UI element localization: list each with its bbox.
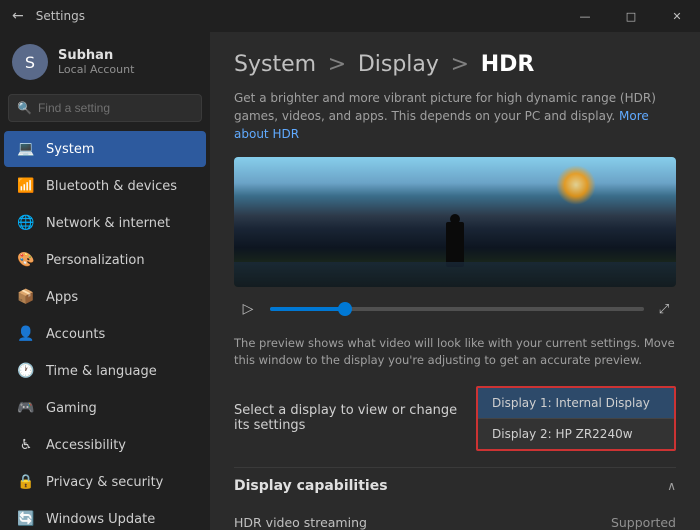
nav-label-personalization: Personalization xyxy=(46,253,145,268)
nav-list: 💻 System 📶 Bluetooth & devices 🌐 Network… xyxy=(0,130,210,530)
title-bar: ← Settings — □ ✕ xyxy=(0,0,700,32)
nav-icon-network: 🌐 xyxy=(16,213,36,233)
nav-icon-bluetooth: 📶 xyxy=(16,176,36,196)
play-button[interactable]: ▷ xyxy=(236,297,260,321)
content-area: System > Display > HDR Get a brighter an… xyxy=(210,32,700,530)
user-info: Subhan Local Account xyxy=(58,48,134,76)
preview-container xyxy=(234,157,676,287)
nav-label-system: System xyxy=(46,142,94,157)
preview-image xyxy=(234,157,676,287)
breadcrumb-system: System xyxy=(234,52,316,77)
nav-label-accessibility: Accessibility xyxy=(46,438,126,453)
display-option-1[interactable]: Display 1: Internal Display xyxy=(478,388,674,419)
nav-icon-update: 🔄 xyxy=(16,509,36,529)
nav-icon-time: 🕐 xyxy=(16,361,36,381)
sidebar-item-update[interactable]: 🔄 Windows Update xyxy=(4,501,206,530)
nav-icon-apps: 📦 xyxy=(16,287,36,307)
search-icon: 🔍 xyxy=(17,101,32,115)
nav-label-privacy: Privacy & security xyxy=(46,475,163,490)
title-bar-left: ← Settings xyxy=(12,8,85,24)
user-name: Subhan xyxy=(58,48,134,63)
preview-water xyxy=(234,262,676,287)
avatar: S xyxy=(12,44,48,80)
select-display-label: Select a display to view or change its s… xyxy=(234,386,476,451)
sidebar-item-privacy[interactable]: 🔒 Privacy & security xyxy=(4,464,206,500)
nav-label-apps: Apps xyxy=(46,290,78,305)
cap-value: Supported xyxy=(611,515,676,530)
breadcrumb-current: HDR xyxy=(481,52,535,77)
breadcrumb-sep2: > xyxy=(451,52,469,77)
display-option-2[interactable]: Display 2: HP ZR2240w xyxy=(478,419,674,449)
search-input[interactable] xyxy=(38,101,193,115)
progress-bar[interactable] xyxy=(270,307,644,311)
sidebar-item-apps[interactable]: 📦 Apps xyxy=(4,279,206,315)
window-title: Settings xyxy=(36,9,85,23)
sidebar-item-gaming[interactable]: 🎮 Gaming xyxy=(4,390,206,426)
select-display-row: Select a display to view or change its s… xyxy=(234,386,676,451)
nav-icon-privacy: 🔒 xyxy=(16,472,36,492)
breadcrumb-display: Display xyxy=(358,52,439,77)
video-controls: ▷ ⤢ xyxy=(234,297,676,321)
nav-icon-accounts: 👤 xyxy=(16,324,36,344)
nav-icon-personalization: 🎨 xyxy=(16,250,36,270)
nav-label-bluetooth: Bluetooth & devices xyxy=(46,179,177,194)
user-profile: S Subhan Local Account xyxy=(0,32,210,90)
nav-icon-system: 💻 xyxy=(16,139,36,159)
breadcrumb: System > Display > HDR xyxy=(234,52,676,77)
display-options: Display 1: Internal Display Display 2: H… xyxy=(476,386,676,451)
sidebar-item-accessibility[interactable]: ♿ Accessibility xyxy=(4,427,206,463)
nav-icon-gaming: 🎮 xyxy=(16,398,36,418)
nav-label-gaming: Gaming xyxy=(46,401,97,416)
description: Get a brighter and more vibrant picture … xyxy=(234,89,676,143)
minimize-button[interactable]: — xyxy=(562,0,608,32)
nav-icon-accessibility: ♿ xyxy=(16,435,36,455)
description-text: Get a brighter and more vibrant picture … xyxy=(234,91,656,123)
nav-label-update: Windows Update xyxy=(46,512,155,527)
sidebar-item-personalization[interactable]: 🎨 Personalization xyxy=(4,242,206,278)
title-bar-controls: — □ ✕ xyxy=(562,0,700,32)
capabilities-chevron[interactable]: ∧ xyxy=(667,479,676,493)
back-icon[interactable]: ← xyxy=(12,8,24,24)
sidebar-item-system[interactable]: 💻 System xyxy=(4,131,206,167)
close-button[interactable]: ✕ xyxy=(654,0,700,32)
nav-label-network: Network & internet xyxy=(46,216,170,231)
preview-note: The preview shows what video will look l… xyxy=(234,335,676,370)
nav-label-accounts: Accounts xyxy=(46,327,105,342)
capabilities-section-header: Display capabilities ∧ xyxy=(234,467,676,502)
preview-sun xyxy=(556,165,596,205)
user-subtitle: Local Account xyxy=(58,63,134,76)
sidebar-item-time[interactable]: 🕐 Time & language xyxy=(4,353,206,389)
maximize-button[interactable]: □ xyxy=(608,0,654,32)
fullscreen-button[interactable]: ⤢ xyxy=(654,299,674,319)
sidebar-item-bluetooth[interactable]: 📶 Bluetooth & devices xyxy=(4,168,206,204)
sidebar-item-network[interactable]: 🌐 Network & internet xyxy=(4,205,206,241)
sidebar-item-accounts[interactable]: 👤 Accounts xyxy=(4,316,206,352)
breadcrumb-sep1: > xyxy=(328,52,346,77)
progress-handle[interactable] xyxy=(338,302,352,316)
main-layout: S Subhan Local Account 🔍 💻 System 📶 Blue… xyxy=(0,32,700,530)
search-container[interactable]: 🔍 xyxy=(8,94,202,122)
preview-person xyxy=(446,222,464,267)
capabilities-title: Display capabilities xyxy=(234,478,388,494)
nav-label-time: Time & language xyxy=(46,364,157,379)
progress-fill xyxy=(270,307,345,311)
capability-rows: HDR video streaming Supported Use HDR No… xyxy=(234,510,676,530)
cap-label: HDR video streaming xyxy=(234,515,367,530)
capability-row: HDR video streaming Supported xyxy=(234,510,676,530)
sidebar: S Subhan Local Account 🔍 💻 System 📶 Blue… xyxy=(0,32,210,530)
